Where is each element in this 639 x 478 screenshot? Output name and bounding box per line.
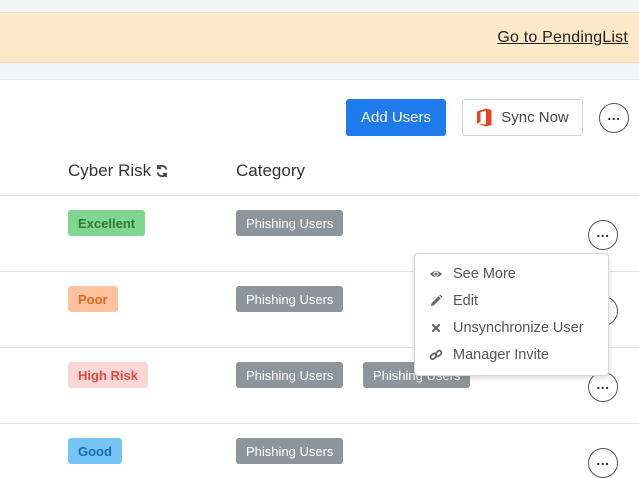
menu-item-label: Unsynchronize User (453, 320, 584, 336)
pencil-icon (431, 294, 443, 306)
add-users-button[interactable]: Add Users (346, 99, 446, 136)
menu-item-edit[interactable]: Edit (429, 290, 478, 312)
go-to-pending-list-link[interactable]: Go to PendingList (497, 29, 628, 47)
more-dots-icon: ... (607, 107, 621, 123)
menu-item-manager-invite[interactable]: Manager Invite (429, 344, 549, 366)
row-more-button[interactable]: ... (588, 448, 618, 478)
top-strip (0, 0, 639, 13)
row-more-button[interactable]: ... (588, 372, 618, 402)
section-divider (0, 63, 639, 80)
category-badge: Phishing Users (236, 438, 344, 464)
more-dots-icon: ... (596, 452, 610, 468)
risk-badge-high-risk: High Risk (68, 362, 148, 388)
more-dots-icon: ... (596, 224, 610, 240)
link-icon (429, 349, 443, 361)
header-category: Category (236, 161, 305, 180)
menu-item-label: Manager Invite (453, 347, 549, 363)
row-divider (0, 195, 639, 196)
row-context-menu: See More Edit Unsynchronize User Manager… (414, 253, 609, 376)
header-cyber-risk: Cyber Risk (68, 161, 169, 181)
category-badge: Phishing Users (236, 210, 344, 236)
category-badge: Phishing Users (236, 286, 344, 312)
menu-item-label: Edit (453, 293, 478, 309)
menu-item-unsynchronize-user[interactable]: Unsynchronize User (429, 317, 584, 339)
risk-badge-excellent: Excellent (68, 210, 146, 236)
menu-item-label: See More (453, 266, 516, 282)
menu-item-see-more[interactable]: See More (429, 263, 516, 285)
sync-now-label: Sync Now (501, 109, 569, 126)
header-cyber-risk-label: Cyber Risk (68, 161, 152, 180)
risk-badge-good: Good (68, 438, 122, 464)
sync-now-button[interactable]: Sync Now (462, 99, 583, 136)
row-divider (0, 423, 639, 424)
pending-banner: Go to PendingList (0, 13, 639, 63)
close-icon (431, 323, 441, 333)
office-icon (477, 108, 492, 127)
refresh-icon[interactable] (155, 164, 169, 178)
more-dots-icon: ... (596, 376, 610, 392)
risk-badge-poor: Poor (68, 286, 118, 312)
toolbar-more-button[interactable]: ... (599, 103, 629, 133)
row-more-button[interactable]: ... (588, 220, 618, 250)
category-badge: Phishing Users (236, 362, 344, 388)
eye-icon (430, 271, 442, 277)
